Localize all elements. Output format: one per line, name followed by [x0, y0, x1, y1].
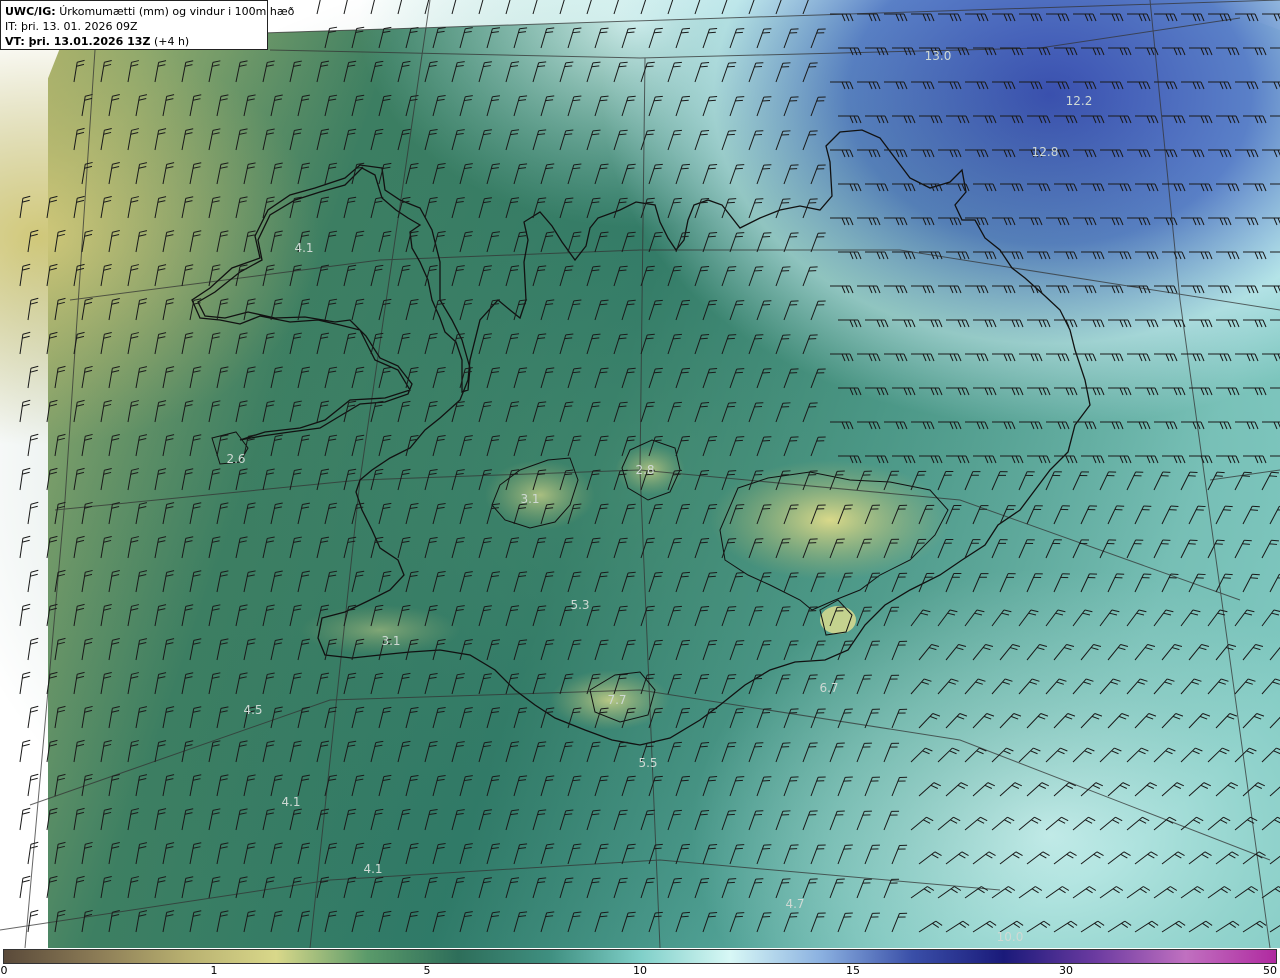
colorbar-tick: 0	[0, 964, 8, 977]
value-label: 12.8	[1031, 145, 1059, 159]
colorbar-legend: 0 1 5 10 15 30 50	[0, 948, 1280, 978]
value-label: 3.1	[381, 634, 401, 648]
valid-time-line: VT: þri. 13.01.2026 13Z (+4 h)	[5, 34, 263, 49]
value-label: 4.1	[281, 795, 301, 809]
value-label: 13.0	[924, 49, 952, 63]
initial-time: IT: þri. 13. 01. 2026 09Z	[5, 20, 138, 33]
product-label: UWC/IG:	[5, 5, 56, 18]
map-info-box: UWC/IG: Úrkomumætti (mm) og vindur i 100…	[0, 0, 294, 50]
colorbar-tick: 1	[210, 964, 218, 977]
colorbar-tick: 15	[846, 964, 860, 977]
colorbar-tick: 30	[1059, 964, 1073, 977]
product-title-line: UWC/IG: Úrkomumætti (mm) og vindur i 100…	[5, 4, 294, 19]
weather-map: UWC/IG: Úrkomumætti (mm) og vindur i 100…	[0, 0, 1280, 948]
forecast-offset: (+4 h)	[153, 35, 190, 48]
value-label: 2.8	[635, 463, 655, 477]
value-label: 4.1	[294, 241, 314, 255]
colorbar-tick: 5	[423, 964, 431, 977]
colorbar-strip	[3, 949, 1277, 964]
colorbar-tick: 10	[633, 964, 647, 977]
value-label: 4.1	[363, 862, 383, 876]
value-label: 2.6	[226, 452, 246, 466]
value-label: 12.2	[1065, 94, 1093, 108]
value-label: 10.0	[996, 930, 1024, 944]
value-label: 4.7	[785, 897, 805, 911]
value-label: 4.5	[243, 703, 263, 717]
colorbar-tick: 50	[1263, 964, 1277, 977]
product-title: Úrkomumætti (mm) og vindur i 100m hæð	[59, 5, 295, 18]
value-label: 5.5	[638, 756, 658, 770]
valid-time: VT: þri. 13.01.2026 13Z	[5, 35, 151, 48]
value-label: 3.1	[520, 492, 540, 506]
value-label: 5.3	[570, 598, 590, 612]
value-label: 7.7	[607, 693, 627, 707]
value-label: 6.7	[819, 681, 839, 695]
